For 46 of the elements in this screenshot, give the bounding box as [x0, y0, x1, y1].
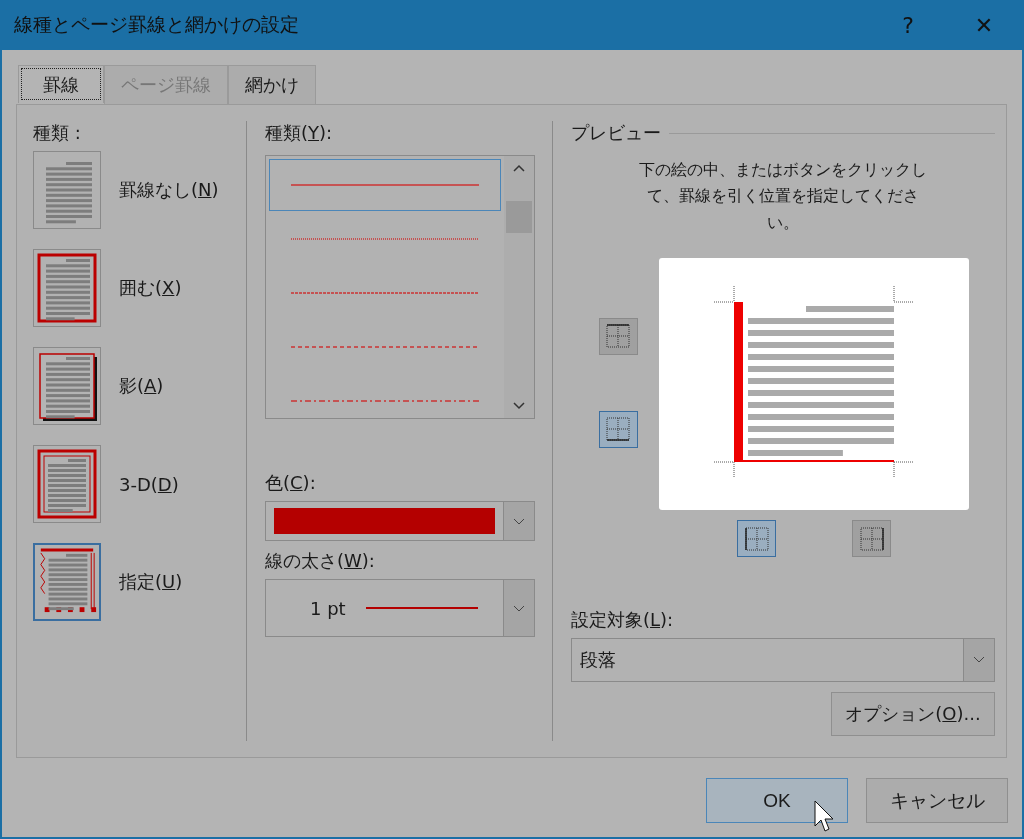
setting-option-label[interactable]: 罫線なし(N) — [119, 178, 219, 202]
border-position-button[interactable] — [852, 520, 891, 558]
line-sample-icon — [291, 400, 479, 402]
border-position-icon — [857, 524, 886, 553]
apply-to-dropdown[interactable]: 段落 — [571, 637, 995, 682]
border-position-button[interactable] — [598, 410, 638, 448]
scroll-down-icon[interactable] — [513, 402, 525, 410]
dialog-button[interactable]: OK — [706, 778, 848, 823]
line-sample-icon — [291, 184, 479, 186]
line-sample-icon — [291, 292, 479, 294]
color-label: 色(C): — [265, 471, 317, 495]
setting-label: 種類 : — [33, 121, 82, 145]
width-label: 線の太さ(W): — [265, 549, 376, 573]
line-style-option[interactable] — [269, 159, 501, 211]
options-button[interactable]: オプション(O)... — [831, 691, 995, 736]
apply-to-label: 設定対象(L): — [571, 607, 675, 632]
setting-option-label[interactable]: 3-D(D) — [119, 473, 179, 495]
setting-option-label[interactable]: 囲む(X) — [119, 276, 182, 300]
tab[interactable]: 網かけ — [228, 65, 316, 104]
dropdown-caret-icon — [513, 517, 525, 525]
preview-area[interactable] — [659, 257, 969, 510]
setting-option[interactable] — [33, 347, 101, 425]
border-position-icon — [604, 415, 632, 444]
border-position-icon — [604, 322, 632, 351]
window-title: 線種とページ罫線と網かけの設定 — [14, 12, 300, 37]
style-label: 種類(Y): — [265, 121, 334, 145]
border-position-button[interactable] — [598, 317, 638, 355]
scroll-up-icon[interactable] — [513, 164, 525, 172]
mouse-cursor-icon — [814, 800, 836, 834]
dropdown-caret-icon — [513, 604, 525, 612]
dropdown-caret-icon — [973, 656, 985, 664]
setting-option-label[interactable]: 指定(U) — [119, 570, 183, 594]
width-value: 1 pt — [310, 597, 346, 619]
border-position-button[interactable] — [737, 520, 776, 558]
setting-option-label[interactable]: 影(A) — [119, 374, 164, 398]
line-sample-icon — [365, 607, 478, 609]
width-dropdown[interactable]: 1 pt — [265, 579, 535, 637]
dialog-button[interactable]: キャンセル — [866, 778, 1008, 823]
preview-instructions: 下の絵の中、またはボタンをクリックして、罫線を引く位置を指定してください。 — [638, 159, 928, 234]
apply-to-value: 段落 — [580, 647, 616, 672]
tab[interactable]: 罫線 — [18, 65, 104, 103]
line-sample-icon — [291, 238, 479, 240]
border-position-icon — [742, 524, 771, 553]
preview-title: プレビュー — [571, 121, 661, 145]
line-sample-icon — [291, 346, 479, 348]
color-dropdown[interactable] — [265, 501, 535, 541]
